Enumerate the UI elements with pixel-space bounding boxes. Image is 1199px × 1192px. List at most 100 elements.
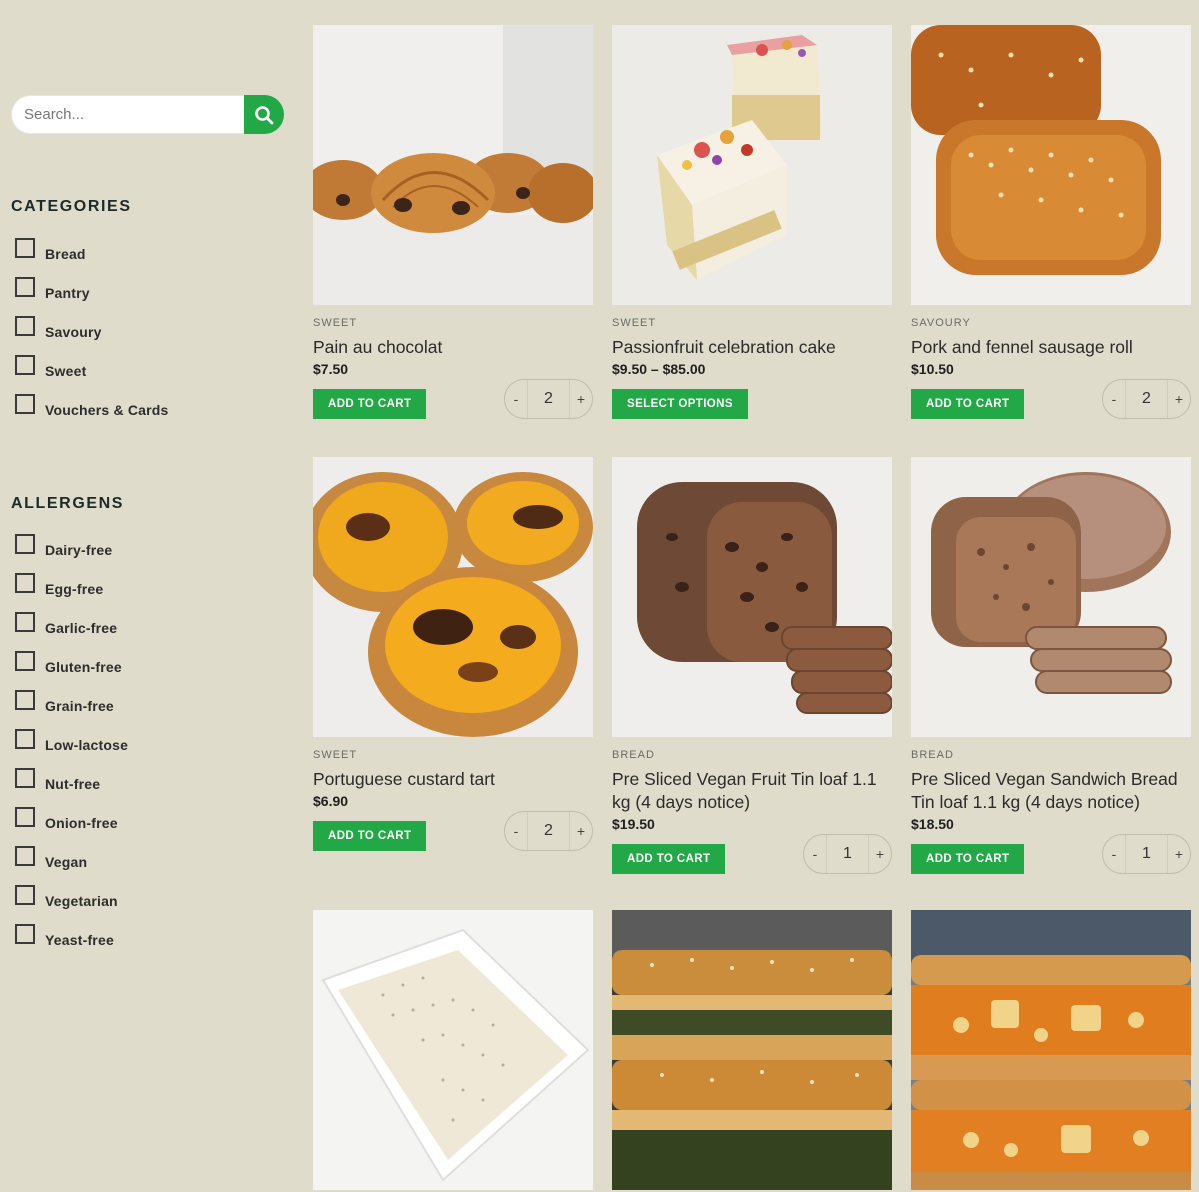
product-name[interactable]: Pre Sliced Vegan Sandwich Bread Tin loaf… — [911, 768, 1191, 814]
checkbox[interactable] — [15, 534, 35, 554]
filter-sweet[interactable]: Sweet — [15, 355, 169, 394]
add-to-cart-button[interactable]: ADD TO CART — [911, 844, 1025, 874]
product-card: SWEET Pain au chocolat $7.50 ADD TO CART… — [313, 25, 593, 429]
add-to-cart-button[interactable]: ADD TO CART — [612, 844, 726, 874]
filter-pantry[interactable]: Pantry — [15, 277, 169, 316]
checkbox[interactable] — [15, 573, 35, 593]
qty-plus-button[interactable]: + — [869, 846, 891, 862]
product-name[interactable]: Passionfruit celebration cake — [612, 336, 892, 359]
qty-input[interactable]: 2 — [1125, 380, 1168, 418]
checkbox[interactable] — [15, 394, 35, 414]
filter-gluten-free[interactable]: Gluten-free — [15, 651, 128, 690]
product-image[interactable] — [313, 910, 593, 1190]
qty-input[interactable]: 1 — [826, 835, 869, 873]
qty-plus-button[interactable]: + — [1168, 391, 1190, 407]
filter-label: Vegetarian — [45, 893, 118, 909]
qty-input[interactable]: 1 — [1125, 835, 1168, 873]
qty-input[interactable]: 2 — [527, 380, 570, 418]
product-name[interactable]: Portuguese custard tart — [313, 768, 593, 791]
add-to-cart-button[interactable]: ADD TO CART — [313, 821, 427, 851]
product-price: $6.90 — [313, 793, 349, 809]
quantity-stepper: - 2 + — [504, 379, 593, 419]
filter-bread[interactable]: Bread — [15, 238, 169, 277]
custard-tart-image — [313, 457, 593, 737]
search-input[interactable] — [11, 95, 244, 134]
filter-nut-free[interactable]: Nut-free — [15, 768, 128, 807]
qty-minus-button[interactable]: - — [1103, 846, 1125, 862]
product-image[interactable] — [911, 457, 1191, 737]
checkbox[interactable] — [15, 846, 35, 866]
checkbox[interactable] — [15, 612, 35, 632]
product-name[interactable]: Pain au chocolat — [313, 336, 593, 359]
product-image[interactable] — [911, 910, 1191, 1190]
spinach-pastry-image — [612, 910, 892, 1190]
checkbox[interactable] — [15, 316, 35, 336]
checkbox[interactable] — [15, 355, 35, 375]
product-card: SWEET Portuguese custard tart $6.90 ADD … — [313, 457, 593, 861]
product-card — [911, 910, 1191, 1190]
filter-label: Vouchers & Cards — [45, 402, 169, 418]
filter-label: Savoury — [45, 324, 102, 340]
checkbox[interactable] — [15, 924, 35, 944]
checkbox[interactable] — [15, 729, 35, 749]
filter-label: Egg-free — [45, 581, 104, 597]
filter-yeast-free[interactable]: Yeast-free — [15, 924, 128, 963]
categories-title: CATEGORIES — [11, 198, 132, 215]
product-image[interactable] — [313, 25, 593, 305]
product-card: BREAD Pre Sliced Vegan Fruit Tin loaf 1.… — [612, 457, 892, 884]
product-category: BREAD — [911, 749, 954, 761]
qty-minus-button[interactable]: - — [505, 823, 527, 839]
filter-low-lactose[interactable]: Low-lactose — [15, 729, 128, 768]
product-price: $7.50 — [313, 361, 349, 377]
filter-label: Nut-free — [45, 776, 101, 792]
product-name[interactable]: Pre Sliced Vegan Fruit Tin loaf 1.1 kg (… — [612, 768, 892, 814]
filter-vegan[interactable]: Vegan — [15, 846, 128, 885]
qty-plus-button[interactable]: + — [570, 391, 592, 407]
filter-vegetarian[interactable]: Vegetarian — [15, 885, 128, 924]
search-button[interactable] — [244, 95, 284, 134]
select-options-button[interactable]: SELECT OPTIONS — [612, 389, 748, 419]
filter-vouchers-cards[interactable]: Vouchers & Cards — [15, 394, 169, 433]
checkbox[interactable] — [15, 768, 35, 788]
product-price: $10.50 — [911, 361, 954, 377]
filter-label: Onion-free — [45, 815, 118, 831]
product-image[interactable] — [612, 25, 892, 305]
checkbox[interactable] — [15, 277, 35, 297]
qty-minus-button[interactable]: - — [1103, 391, 1125, 407]
product-image[interactable] — [313, 457, 593, 737]
sausage-roll-image — [911, 25, 1191, 305]
quantity-stepper: - 2 + — [1102, 379, 1191, 419]
product-price: $18.50 — [911, 816, 954, 832]
product-image[interactable] — [612, 910, 892, 1190]
filter-label: Low-lactose — [45, 737, 129, 753]
filter-egg-free[interactable]: Egg-free — [15, 573, 128, 612]
product-card: SAVOURY Pork and fennel sausage roll $10… — [911, 25, 1191, 429]
checkbox[interactable] — [15, 885, 35, 905]
checkbox[interactable] — [15, 807, 35, 827]
checkbox[interactable] — [15, 238, 35, 258]
filter-garlic-free[interactable]: Garlic-free — [15, 612, 128, 651]
filter-onion-free[interactable]: Onion-free — [15, 807, 128, 846]
qty-plus-button[interactable]: + — [570, 823, 592, 839]
qty-minus-button[interactable]: - — [804, 846, 826, 862]
allergens-list: Dairy-free Egg-free Garlic-free Gluten-f… — [15, 534, 128, 963]
qty-minus-button[interactable]: - — [505, 391, 527, 407]
add-to-cart-button[interactable]: ADD TO CART — [313, 389, 427, 419]
filter-label: Dairy-free — [45, 542, 113, 558]
checkbox[interactable] — [15, 651, 35, 671]
product-card — [313, 910, 593, 1190]
quantity-stepper: - 2 + — [504, 811, 593, 851]
product-name[interactable]: Pork and fennel sausage roll — [911, 336, 1191, 359]
filter-dairy-free[interactable]: Dairy-free — [15, 534, 128, 573]
add-to-cart-button[interactable]: ADD TO CART — [911, 389, 1025, 419]
product-image[interactable] — [911, 25, 1191, 305]
qty-plus-button[interactable]: + — [1168, 846, 1190, 862]
qty-input[interactable]: 2 — [527, 812, 570, 850]
filter-grain-free[interactable]: Grain-free — [15, 690, 128, 729]
product-category: SAVOURY — [911, 317, 971, 329]
passionfruit-cake-image — [612, 25, 892, 305]
checkbox[interactable] — [15, 690, 35, 710]
product-image[interactable] — [612, 457, 892, 737]
sandwich-loaf-image — [911, 457, 1191, 737]
filter-savoury[interactable]: Savoury — [15, 316, 169, 355]
